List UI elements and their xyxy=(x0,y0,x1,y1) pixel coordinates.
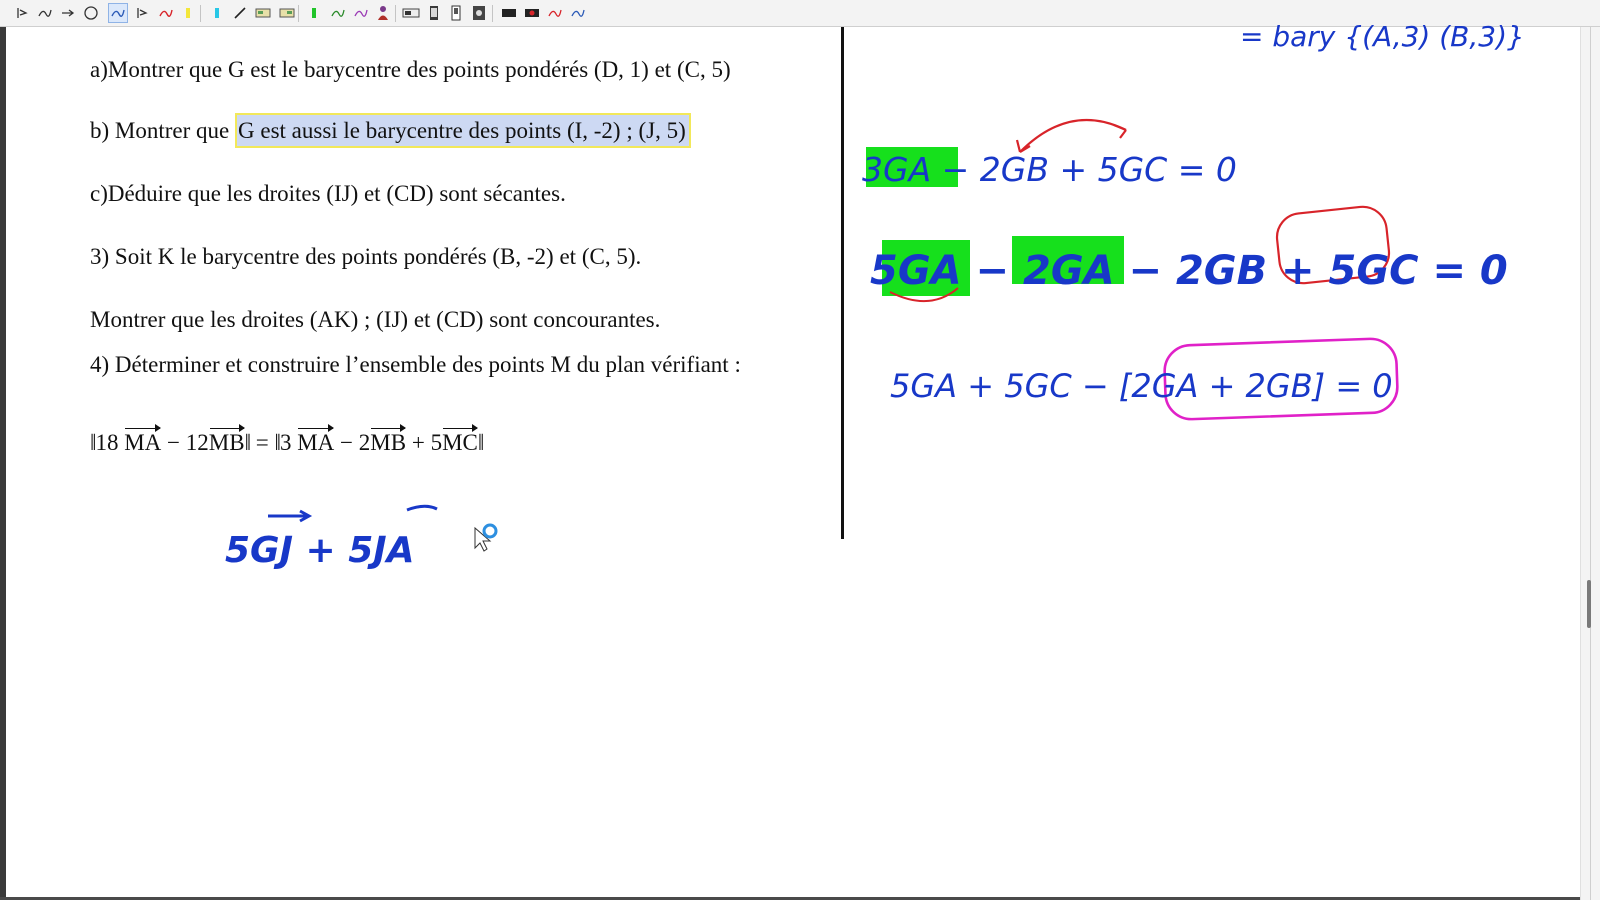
annotation-equation-2: 5GA − 2GA − 2GB + 5GC = 0 xyxy=(870,205,1508,303)
annotation-equation-3: 5GA + 5GC − [2GA + 2GB] = 0 xyxy=(890,337,1399,421)
annotation-bottom-left: 5GJ + 5JA xyxy=(225,504,438,571)
annotation-top-right: = bary {(A,3) (B,3)} xyxy=(1240,20,1525,53)
svg-text:= bary {(A,3) (B,3)}: = bary {(A,3) (B,3)} xyxy=(1240,20,1525,53)
annotation-equation-1: 3GA − 2GB + 5GC = 0 xyxy=(862,118,1237,189)
svg-text:5GA + 5GC − [2GA + 2GB] = 0: 5GA + 5GC − [2GA + 2GB] = 0 xyxy=(890,367,1393,405)
mouse-cursor-icon xyxy=(474,523,498,552)
handwriting-layer: .hw { font-family:"DejaVu Sans", sans-se… xyxy=(225,20,1525,571)
svg-text:5GA − 2GA − 2GB + 5GC = 0: 5GA − 2GA − 2GB + 5GC = 0 xyxy=(870,248,1508,294)
svg-text:3GA − 2GB + 5GC = 0: 3GA − 2GB + 5GC = 0 xyxy=(862,150,1237,189)
svg-text:5GJ + 5JA: 5GJ + 5JA xyxy=(225,530,415,571)
red-swap-arrow xyxy=(1019,118,1127,153)
